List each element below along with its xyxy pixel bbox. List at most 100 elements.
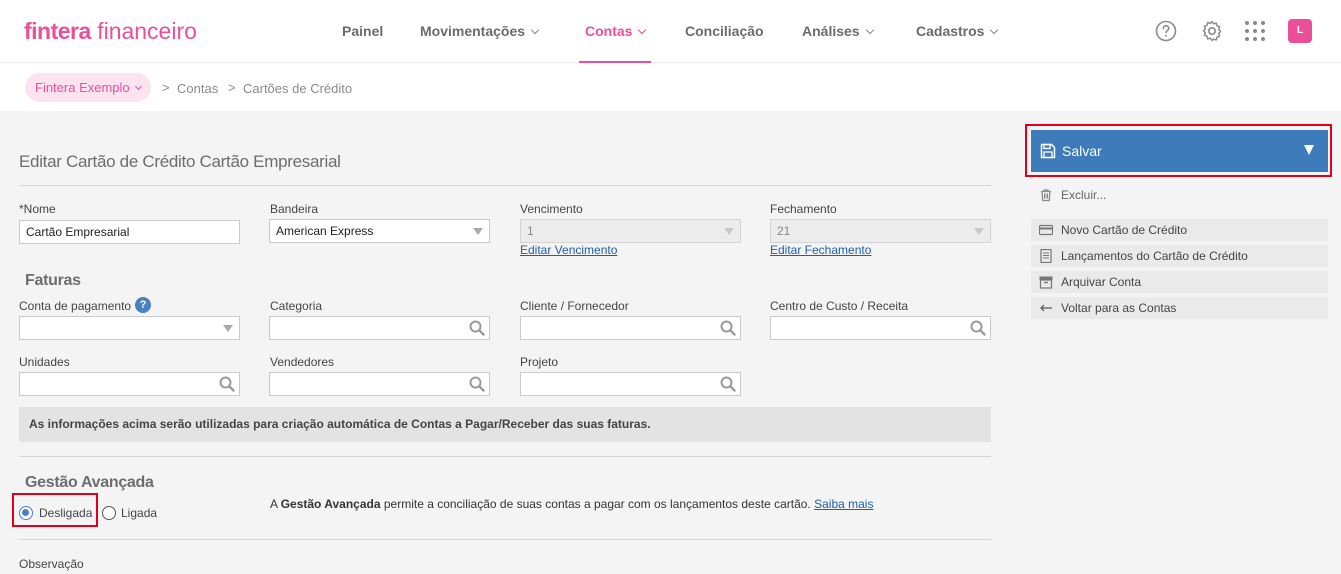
categoria-search-input[interactable] — [269, 316, 490, 340]
save-button-label: Salvar — [1062, 143, 1102, 159]
voltar-contas-button[interactable]: Voltar para as Contas — [1031, 297, 1328, 319]
desc-bold-text: Gestão Avançada — [280, 497, 381, 511]
logo-brand: fintera — [24, 18, 91, 44]
nome-input[interactable]: Cartão Empresarial — [19, 220, 240, 244]
radio-desligada[interactable] — [19, 506, 33, 520]
observacao-label: Observação — [19, 557, 84, 571]
dropdown-arrow-icon — [724, 228, 734, 235]
bandeira-label: Bandeira — [270, 202, 319, 216]
centro-custo-search-input[interactable] — [770, 316, 991, 340]
save-button[interactable]: Salvar — [1031, 130, 1328, 172]
nav-contas[interactable]: Contas — [578, 0, 652, 63]
bandeira-value: American Express — [276, 224, 374, 238]
conta-pagamento-select[interactable] — [19, 316, 240, 340]
faturas-info-message: As informações acima serão utilizadas pa… — [19, 407, 991, 442]
breadcrumb: Fintera Exemplo > Contas > Cartões de Cr… — [0, 63, 1341, 111]
breadcrumb-separator: > — [228, 80, 236, 95]
vencimento-select: 1 — [520, 219, 741, 243]
radio-ligada-label[interactable]: Ligada — [121, 506, 157, 520]
gestao-avancada-title: Gestão Avançada — [25, 474, 154, 491]
vendedores-label: Vendedores — [270, 355, 335, 369]
fechamento-select: 21 — [770, 219, 991, 243]
organization-selector[interactable]: Fintera Exemplo — [25, 73, 151, 102]
search-icon[interactable] — [720, 376, 736, 392]
unidades-search-input[interactable] — [19, 372, 240, 396]
unidades-label: Unidades — [19, 355, 70, 369]
breadcrumb-contas[interactable]: Contas — [177, 81, 218, 96]
organization-name: Fintera Exemplo — [35, 80, 130, 95]
nav-movimentacoes[interactable]: Movimentações — [420, 0, 540, 63]
top-navigation: fintera financeiro Painel Movimentações … — [0, 0, 1341, 63]
saiba-mais-link[interactable]: Saiba mais — [814, 497, 873, 511]
projeto-search-input[interactable] — [520, 372, 741, 396]
fechamento-label: Fechamento — [770, 202, 837, 216]
fechamento-value: 21 — [777, 224, 791, 238]
breadcrumb-separator: > — [162, 80, 170, 95]
categoria-label: Categoria — [270, 299, 323, 313]
apps-grid-icon[interactable] — [1243, 19, 1267, 43]
nav-conciliacao[interactable]: Conciliação — [685, 0, 764, 63]
gear-icon[interactable] — [1200, 19, 1224, 43]
radio-desligada-label[interactable]: Desligada — [39, 506, 92, 520]
cliente-fornecedor-label: Cliente / Fornecedor — [520, 299, 629, 313]
search-icon[interactable] — [219, 376, 235, 392]
nav-label: Movimentações — [420, 23, 526, 39]
chevron-down-icon — [134, 82, 142, 91]
nav-label: Cadastros — [916, 23, 985, 39]
novo-cartao-label: Novo Cartão de Crédito — [1061, 223, 1188, 237]
excluir-button[interactable]: Excluir... — [1031, 184, 1328, 206]
gestao-avancada-description: A Gestão Avançada permite a conciliação … — [270, 497, 873, 511]
arquivar-conta-label: Arquivar Conta — [1061, 275, 1142, 289]
nav-label: Painel — [342, 23, 384, 39]
app-logo[interactable]: fintera financeiro — [24, 17, 197, 45]
novo-cartao-button[interactable]: Novo Cartão de Crédito — [1031, 219, 1328, 241]
divider — [19, 185, 991, 186]
nome-label: *Nome — [19, 202, 56, 216]
trash-icon — [1041, 189, 1051, 202]
floppy-disk-icon — [1040, 143, 1056, 159]
nav-label: Conciliação — [685, 23, 764, 39]
nav-label: Análises — [802, 23, 860, 39]
vencimento-label: Vencimento — [520, 202, 583, 216]
page-title: Editar Cartão de Crédito Cartão Empresar… — [19, 152, 341, 171]
breadcrumb-cartoes: Cartões de Crédito — [243, 81, 353, 96]
arrow-left-icon — [1040, 304, 1052, 312]
faturas-title: Faturas — [25, 272, 81, 289]
editar-vencimento-link[interactable]: Editar Vencimento — [520, 243, 617, 257]
logo-product: financeiro — [97, 18, 197, 44]
radio-ligada[interactable] — [102, 506, 116, 520]
chevron-down-icon — [638, 25, 647, 35]
nav-label: Contas — [585, 23, 633, 39]
cliente-fornecedor-search-input[interactable] — [520, 316, 741, 340]
document-icon — [1040, 249, 1052, 263]
archive-icon — [1039, 276, 1053, 289]
search-icon[interactable] — [469, 320, 485, 336]
vendedores-search-input[interactable] — [269, 372, 490, 396]
vencimento-value: 1 — [527, 224, 534, 238]
desc-text: permite a conciliação de suas contas a p… — [380, 497, 811, 511]
help-icon[interactable] — [1154, 19, 1178, 43]
dropdown-arrow-icon — [974, 228, 984, 235]
user-avatar[interactable]: L — [1288, 19, 1312, 43]
voltar-contas-label: Voltar para as Contas — [1061, 301, 1177, 315]
search-icon[interactable] — [720, 320, 736, 336]
dropdown-arrow-icon — [473, 228, 483, 235]
credit-card-icon — [1039, 224, 1053, 236]
editar-fechamento-link[interactable]: Editar Fechamento — [770, 243, 871, 257]
search-icon[interactable] — [469, 376, 485, 392]
lancamentos-cartao-label: Lançamentos do Cartão de Crédito — [1061, 249, 1248, 263]
desc-text: A — [270, 497, 281, 511]
arquivar-conta-button[interactable]: Arquivar Conta — [1031, 271, 1328, 293]
nav-analises[interactable]: Análises — [802, 0, 874, 63]
lancamentos-cartao-button[interactable]: Lançamentos do Cartão de Crédito — [1031, 245, 1328, 267]
excluir-label: Excluir... — [1061, 188, 1107, 202]
conta-pagamento-label: Conta de pagamento — [19, 299, 132, 313]
help-icon[interactable]: ? — [135, 297, 151, 313]
dropdown-arrow-icon[interactable] — [1304, 145, 1314, 155]
projeto-label: Projeto — [520, 355, 559, 369]
chevron-down-icon — [990, 25, 999, 35]
nav-cadastros[interactable]: Cadastros — [916, 0, 999, 63]
search-icon[interactable] — [970, 320, 986, 336]
nav-painel[interactable]: Painel — [342, 0, 383, 63]
bandeira-select[interactable]: American Express — [269, 219, 490, 243]
